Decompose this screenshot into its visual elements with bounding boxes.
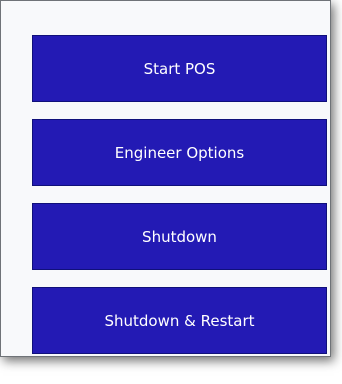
shutdown-restart-button[interactable]: Shutdown & Restart [32,287,327,354]
engineer-options-button[interactable]: Engineer Options [32,119,327,186]
start-pos-button[interactable]: Start POS [32,35,327,102]
shutdown-button[interactable]: Shutdown [32,203,327,270]
menu-panel: Start POS Engineer Options Shutdown Shut… [0,0,331,357]
